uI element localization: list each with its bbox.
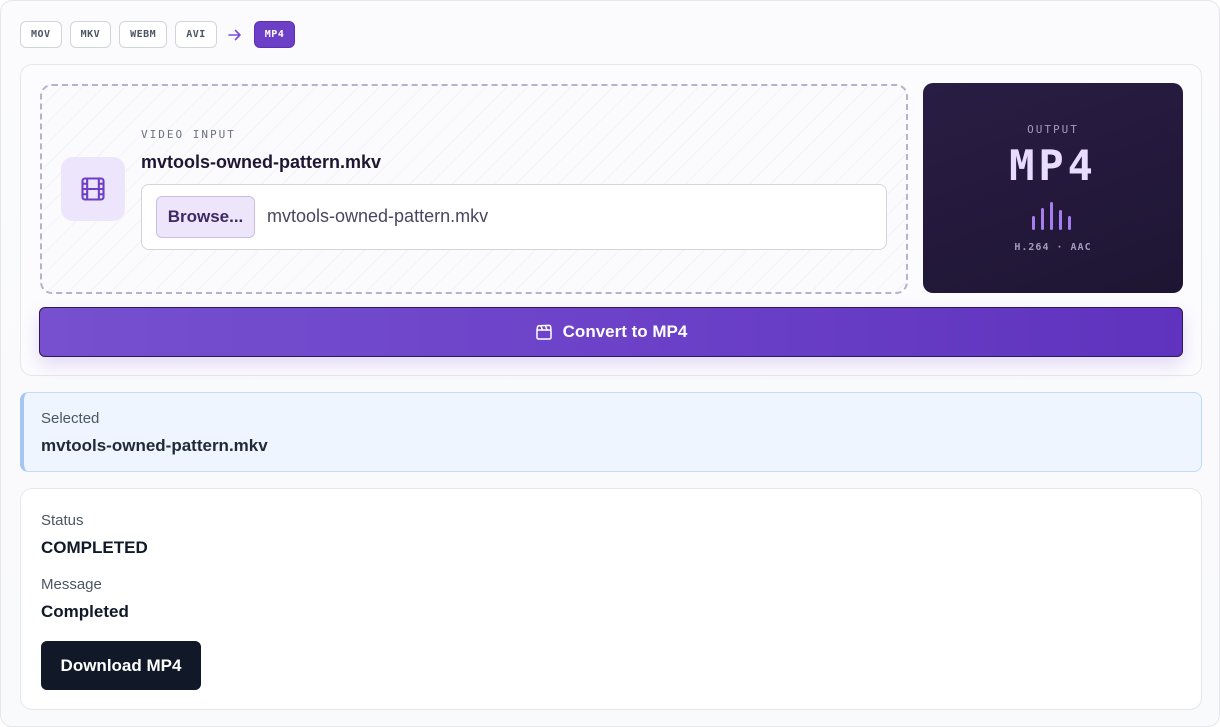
status-card: Status COMPLETED Message Completed Downl… <box>20 488 1202 710</box>
convert-button[interactable]: Convert to MP4 <box>39 307 1183 357</box>
selected-label: Selected <box>41 410 100 427</box>
equalizer-icon <box>1032 202 1074 230</box>
file-input[interactable]: Browse... mvtools-owned-pattern.mkv <box>141 184 887 250</box>
output-codec: H.264 · AAC <box>1014 242 1092 253</box>
format-chips: MOV MKV WEBM AVI MP4 <box>20 21 303 48</box>
video-input-filename: mvtools-owned-pattern.mkv <box>141 152 382 172</box>
status-label: Status <box>41 512 84 529</box>
selected-file-card: Selected mvtools-owned-pattern.mkv <box>20 392 1202 472</box>
format-chip-mov[interactable]: MOV <box>20 21 62 48</box>
selected-value: mvtools-owned-pattern.mkv <box>41 436 268 455</box>
message-value: Completed <box>41 602 129 621</box>
output-panel: OUTPUT MP4 H.264 · AAC <box>923 83 1183 293</box>
status-value: COMPLETED <box>41 538 148 557</box>
converter-card: VIDEO INPUT mvtools-owned-pattern.mkv Br… <box>20 64 1202 376</box>
video-input-label: VIDEO INPUT <box>141 128 236 141</box>
download-button[interactable]: Download MP4 <box>41 641 201 690</box>
file-input-value: mvtools-owned-pattern.mkv <box>267 206 489 226</box>
convert-button-label: Convert to MP4 <box>562 322 688 341</box>
format-chip-avi[interactable]: AVI <box>175 21 217 48</box>
message-label: Message <box>41 576 102 593</box>
video-dropzone[interactable]: VIDEO INPUT mvtools-owned-pattern.mkv Br… <box>40 84 908 294</box>
clapperboard-icon <box>535 324 553 340</box>
film-icon <box>61 157 125 221</box>
format-chip-mkv[interactable]: MKV <box>69 21 112 48</box>
output-label: OUTPUT <box>1027 123 1079 136</box>
browse-button[interactable]: Browse... <box>156 196 255 238</box>
app-frame: MOV MKV WEBM AVI MP4 VIDEO INPUT mvtools… <box>0 0 1220 727</box>
format-chip-webm[interactable]: WEBM <box>119 21 168 48</box>
arrow-right-icon <box>226 21 244 48</box>
format-chip-mp4-target[interactable]: MP4 <box>253 21 296 48</box>
output-format: MP4 <box>1009 141 1097 190</box>
